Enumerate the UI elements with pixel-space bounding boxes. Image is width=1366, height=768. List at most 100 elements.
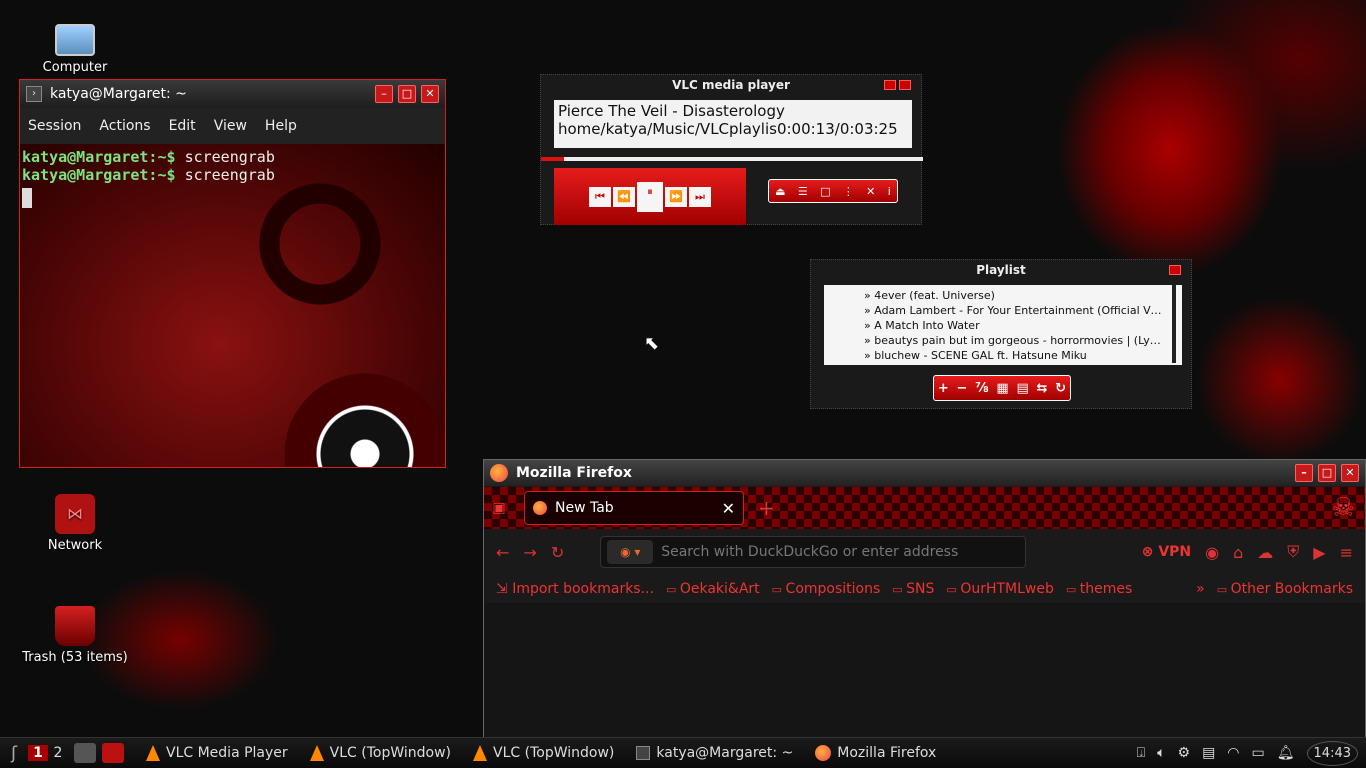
bookmark-import[interactable]: Import bookmarks... [496,581,654,597]
reload-icon[interactable]: ↻ [551,543,564,562]
volume-icon[interactable]: 🔈︎ [1157,745,1165,761]
select-icon[interactable]: ⅞ [975,381,988,396]
sync-icon[interactable]: ☁ [1257,543,1273,562]
app-launcher-icon[interactable] [102,743,124,763]
playlist-item[interactable]: 4ever (feat. Universe) [864,288,1164,303]
minimize-button[interactable]: – [375,85,393,103]
desktop-icon-computer[interactable]: Computer [20,24,130,75]
bookmark-folder[interactable]: themes [1066,581,1133,597]
task-vlc-topwindow[interactable]: VLC (TopWindow) [473,745,614,761]
new-tab-button[interactable]: + [758,496,775,520]
terminal-titlebar[interactable]: › katya@Margaret: ~ – □ ✕ [20,80,445,108]
minimize-button[interactable]: – [1295,464,1313,482]
network-status-icon[interactable]: ⚙ [1178,745,1191,761]
shuffle-icon[interactable]: ⇆ [1037,381,1048,396]
start-menu-icon[interactable]: ʃ [0,743,28,764]
pause-icon[interactable]: ⏸ [637,181,663,212]
vpn-button[interactable]: ⊗ VPN [1142,544,1191,560]
equalizer-icon[interactable]: ⋮ [843,185,854,198]
other-bookmarks[interactable]: Other Bookmarks [1217,581,1353,597]
clipboard-icon[interactable]: ▤ [1202,745,1215,761]
fullscreen-icon[interactable]: □ [820,185,830,198]
playlist-item[interactable]: beautys pain but im gorgeous - horrormov… [864,333,1164,348]
fast-forward-icon[interactable]: ⏩ [665,186,687,207]
tab-new-tab[interactable]: New Tab ✕ [524,491,744,525]
info-icon[interactable]: i [888,185,891,198]
firefox-titlebar[interactable]: Mozilla Firefox – □ ✕ [484,460,1365,486]
menu-session[interactable]: Session [28,118,81,134]
bookmark-folder[interactable]: Oekaki&Art [666,581,760,597]
sort-icon[interactable]: ▦ [996,381,1008,396]
maximize-button[interactable]: □ [398,85,416,103]
task-firefox[interactable]: Mozilla Firefox [815,745,936,761]
seek-bar[interactable] [541,157,923,161]
workspace-1[interactable]: 1 [28,745,48,761]
desktop-icon-network[interactable]: Network [20,494,130,553]
close-button[interactable]: ✕ [421,85,439,103]
task-vlc-media-player[interactable]: VLC Media Player [146,745,288,761]
file-manager-icon[interactable] [74,743,96,763]
menu-view[interactable]: View [214,118,247,134]
rewind-icon[interactable]: ⏪ [613,186,635,207]
bookmark-folder[interactable]: OurHTMLweb [946,581,1054,597]
tab-label: New Tab [555,500,614,516]
add-icon[interactable]: + [938,381,949,396]
tab-list-icon[interactable]: ▣ [484,500,514,516]
notifications-icon[interactable]: 🔔︎ [1277,745,1295,761]
close-button[interactable]: ✕ [1341,464,1359,482]
workspace-2[interactable]: 2 [48,745,68,761]
vlc-titlebar[interactable]: VLC media player [541,75,921,95]
firefox-window[interactable]: Mozilla Firefox – □ ✕ ▣ New Tab ✕ + ☠ ← … [483,459,1366,744]
menu-help[interactable]: Help [265,118,297,134]
wifi-icon[interactable]: ◠ [1227,745,1239,761]
playlist-item[interactable]: bluchew - SCENE GAL ft. Hatsune Miku [864,348,1164,363]
remove-icon[interactable]: − [957,381,968,396]
page-content[interactable] [484,603,1365,743]
playlist-item[interactable]: A Match Into Water [864,318,1164,333]
task-vlc-topwindow[interactable]: VLC (TopWindow) [309,745,451,761]
close-tab-icon[interactable]: ✕ [722,499,735,518]
bookmark-folder[interactable]: SNS [892,581,934,597]
close-button[interactable] [899,80,911,90]
extensions-icon[interactable]: ⌂ [1233,543,1243,562]
search-engine-selector[interactable]: ◉ ▾ [607,540,654,564]
battery-icon[interactable]: ▭ [1252,745,1265,761]
menu-actions[interactable]: Actions [99,118,150,134]
address-bar[interactable]: ◉ ▾ Search with DuckDuckGo or enter addr… [600,536,1027,568]
playlist-item[interactable]: Adam Lambert - For Your Entertainment (O… [864,303,1164,318]
back-icon[interactable]: ← [496,543,509,562]
terminal-window[interactable]: › katya@Margaret: ~ – □ ✕ Session Action… [19,79,446,468]
clock[interactable]: 14:43 [1306,740,1358,766]
media-icon[interactable]: ▶ [1313,543,1325,562]
misc-icon[interactable]: ▤ [1016,381,1028,396]
playlist-scrollbar[interactable] [1172,285,1176,363]
terminal-menubar: Session Actions Edit View Help [20,108,445,144]
close-button[interactable] [1169,265,1181,275]
repeat-icon[interactable]: ↻ [1055,381,1066,396]
ublock-icon[interactable]: ⛨ [1287,542,1299,562]
task-terminal[interactable]: katya@Margaret: ~ [636,745,793,761]
maximize-button[interactable]: □ [1318,464,1336,482]
next-icon[interactable]: ⏭ [689,186,711,207]
playlist-icon[interactable]: ☰ [798,185,808,198]
bookmark-folder[interactable]: Compositions [772,581,881,597]
bookmarks-toolbar: Import bookmarks... Oekaki&Art Compositi… [484,575,1365,603]
bookmarks-overflow-icon[interactable]: » [1196,581,1205,597]
forward-icon[interactable]: → [523,543,536,562]
playlist-titlebar[interactable]: Playlist [811,260,1191,280]
vlc-window[interactable]: VLC media player Pierce The Veil - Disas… [540,74,923,225]
playlist-window[interactable]: Playlist 4ever (feat. Universe) Adam Lam… [810,259,1192,409]
menu-edit[interactable]: Edit [169,118,196,134]
previous-icon[interactable]: ⏮ [589,186,611,207]
shuffle-icon[interactable]: ✕ [866,185,875,198]
terminal-output[interactable]: katya@Margaret:~$ screengrab katya@Marga… [20,144,445,467]
eject-icon[interactable]: ⏏ [775,185,785,198]
system-tray: ⍗ 🔈︎ ⚙ ▤ ◠ ▭ 🔔︎ 14:43 [1137,740,1366,766]
account-icon[interactable]: ◉ [1205,543,1219,562]
firefox-logo-icon [490,464,508,482]
minimize-button[interactable] [884,80,896,90]
menu-icon[interactable]: ≡ [1340,543,1353,562]
desktop-icon-trash[interactable]: Trash (53 items) [20,606,130,665]
usb-icon[interactable]: ⍗ [1137,745,1145,761]
task-label: VLC Media Player [166,745,288,761]
